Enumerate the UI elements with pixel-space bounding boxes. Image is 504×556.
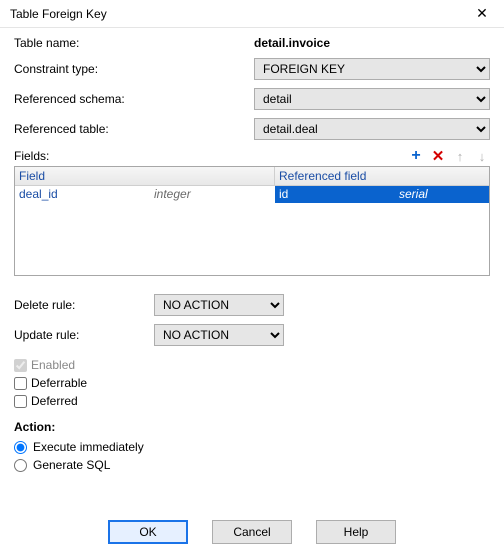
- row-update-rule: Update rule: NO ACTION: [14, 324, 490, 346]
- fields-header: Fields: + ✕ ↑ ↓: [14, 148, 490, 164]
- cell-field-name: deal_id: [15, 186, 150, 203]
- execute-radio[interactable]: [14, 441, 27, 454]
- execute-label: Execute immediately: [33, 440, 144, 454]
- button-bar: OK Cancel Help: [0, 520, 504, 544]
- table-name-label: Table name:: [14, 36, 154, 50]
- update-rule-label: Update rule:: [14, 328, 154, 342]
- dialog-content: Table name: detail.invoice Constraint ty…: [0, 28, 504, 474]
- titlebar: Table Foreign Key ✕: [0, 0, 504, 28]
- generate-label: Generate SQL: [33, 458, 110, 472]
- table-row[interactable]: deal_id integer id serial: [15, 186, 489, 203]
- deferred-label: Deferred: [31, 394, 78, 408]
- generate-radio[interactable]: [14, 459, 27, 472]
- ok-button[interactable]: OK: [108, 520, 188, 544]
- ref-schema-select[interactable]: detail: [254, 88, 490, 110]
- execute-row: Execute immediately: [14, 438, 490, 456]
- help-button[interactable]: Help: [316, 520, 396, 544]
- constraint-type-select[interactable]: FOREIGN KEY: [254, 58, 490, 80]
- grid-header-field[interactable]: Field: [15, 167, 275, 185]
- ref-table-label: Referenced table:: [14, 122, 154, 136]
- deferrable-checkbox[interactable]: [14, 377, 27, 390]
- row-delete-rule: Delete rule: NO ACTION: [14, 294, 490, 316]
- table-name-value: detail.invoice: [154, 36, 490, 50]
- row-table-name: Table name: detail.invoice: [14, 36, 490, 50]
- row-constraint-type: Constraint type: FOREIGN KEY: [14, 58, 490, 80]
- update-rule-select[interactable]: NO ACTION: [154, 324, 284, 346]
- deferrable-label: Deferrable: [31, 376, 87, 390]
- window-title: Table Foreign Key: [10, 7, 107, 21]
- deferred-checkbox[interactable]: [14, 395, 27, 408]
- row-ref-table: Referenced table: detail.deal: [14, 118, 490, 140]
- action-label: Action:: [14, 420, 490, 434]
- cell-field-type: integer: [150, 186, 275, 203]
- arrow-down-icon[interactable]: ↓: [474, 148, 490, 164]
- enabled-row: Enabled: [14, 356, 490, 374]
- grid-header-row: Field Referenced field: [15, 167, 489, 186]
- plus-icon[interactable]: +: [408, 148, 424, 164]
- fields-grid[interactable]: Field Referenced field deal_id integer i…: [14, 166, 490, 276]
- cell-ref-type: serial: [395, 186, 489, 203]
- arrow-up-icon[interactable]: ↑: [452, 148, 468, 164]
- enabled-label: Enabled: [31, 358, 75, 372]
- close-icon: ✕: [476, 5, 488, 22]
- cell-ref-name: id: [275, 186, 395, 203]
- constraint-type-label: Constraint type:: [14, 62, 154, 76]
- deferrable-row: Deferrable: [14, 374, 490, 392]
- fields-label: Fields:: [14, 149, 49, 163]
- enabled-checkbox: [14, 359, 27, 372]
- ref-schema-label: Referenced schema:: [14, 92, 154, 106]
- row-ref-schema: Referenced schema: detail: [14, 88, 490, 110]
- delete-rule-label: Delete rule:: [14, 298, 154, 312]
- delete-icon[interactable]: ✕: [430, 148, 446, 164]
- delete-rule-select[interactable]: NO ACTION: [154, 294, 284, 316]
- fields-toolbar: + ✕ ↑ ↓: [408, 148, 490, 164]
- close-button[interactable]: ✕: [468, 0, 496, 28]
- cancel-button[interactable]: Cancel: [212, 520, 292, 544]
- grid-header-ref[interactable]: Referenced field: [275, 167, 489, 185]
- generate-row: Generate SQL: [14, 456, 490, 474]
- deferred-row: Deferred: [14, 392, 490, 410]
- ref-table-select[interactable]: detail.deal: [254, 118, 490, 140]
